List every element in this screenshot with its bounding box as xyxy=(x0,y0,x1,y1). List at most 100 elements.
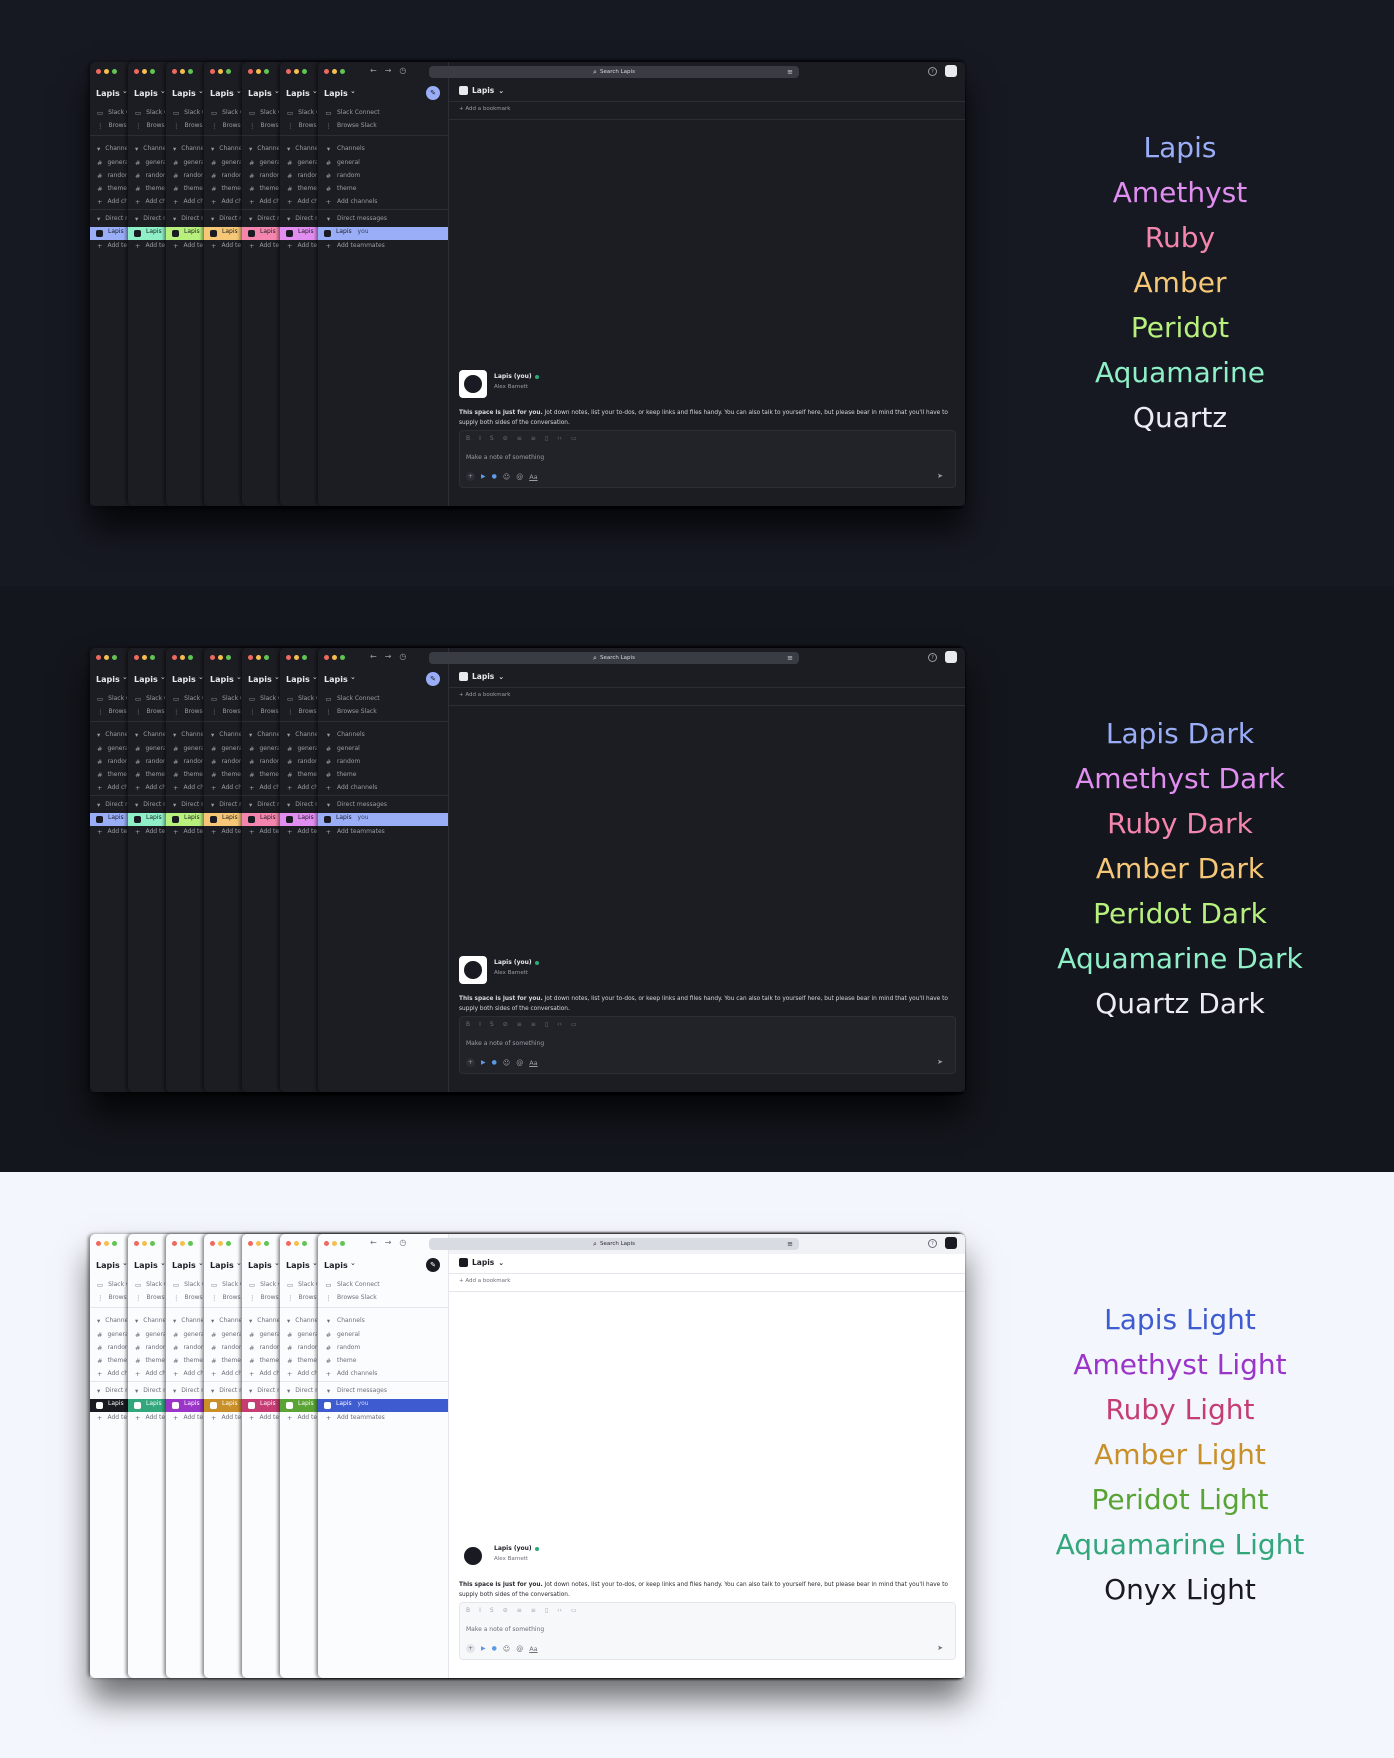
add-channels-button[interactable]: + Add channels xyxy=(325,1369,447,1378)
sidebar-slack-connect[interactable]: ▭ Slack Connect xyxy=(173,108,203,117)
sidebar-slack-connect[interactable]: ▭ Slack Connect xyxy=(287,108,317,117)
video-clip-icon[interactable]: ▶ xyxy=(481,1645,486,1652)
zoom-window-button[interactable] xyxy=(302,1241,307,1246)
sidebar-browse-slack[interactable]: ⋮ Browse Slack xyxy=(211,1293,241,1302)
zoom-window-button[interactable] xyxy=(264,655,269,660)
add-teammates-button[interactable]: + Add teammates xyxy=(135,1413,165,1422)
sidebar-browse-slack[interactable]: ⋮ Browse Slack xyxy=(97,121,127,130)
minimize-window-button[interactable] xyxy=(256,655,261,660)
channel-random[interactable]: # random xyxy=(249,757,279,766)
add-channels-button[interactable]: + Add channels xyxy=(211,197,241,206)
minimize-window-button[interactable] xyxy=(218,1241,223,1246)
add-channels-button[interactable]: + Add channels xyxy=(325,197,447,206)
link-icon[interactable]: ⊘ xyxy=(503,1607,508,1614)
code-block-icon[interactable]: ▭ xyxy=(571,1607,577,1614)
sidebar-browse-slack[interactable]: ⋮ Browse Slack xyxy=(287,1293,317,1302)
channel-theme[interactable]: # theme xyxy=(173,184,203,193)
window-controls[interactable] xyxy=(286,69,307,74)
minimize-window-button[interactable] xyxy=(180,655,185,660)
close-window-button[interactable] xyxy=(248,69,253,74)
minimize-window-button[interactable] xyxy=(142,69,147,74)
workspace-name[interactable]: Lapis xyxy=(324,89,348,98)
channel-general[interactable]: # general xyxy=(211,158,241,167)
search-input[interactable]: ⌕ Search Lapis ≡ xyxy=(429,66,799,78)
channels-header[interactable]: ▾ Channels xyxy=(211,144,241,153)
workspace-name[interactable]: Lapis xyxy=(248,675,272,684)
sidebar-slack-connect[interactable]: ▭ Slack Connect xyxy=(97,694,127,703)
bold-icon[interactable]: B xyxy=(466,435,470,442)
channel-theme[interactable]: # theme xyxy=(97,770,127,779)
add-channels-button[interactable]: + Add channels xyxy=(173,1369,203,1378)
channel-theme[interactable]: # theme xyxy=(97,1356,127,1365)
italic-icon[interactable]: I xyxy=(479,1607,481,1614)
channel-general[interactable]: # general xyxy=(135,158,165,167)
code-block-icon[interactable]: ▭ xyxy=(571,435,577,442)
zoom-window-button[interactable] xyxy=(150,655,155,660)
add-bookmark-button[interactable]: + Add a bookmark xyxy=(459,1278,510,1284)
add-channels-button[interactable]: + Add channels xyxy=(97,1369,127,1378)
window-controls[interactable] xyxy=(248,69,269,74)
close-window-button[interactable] xyxy=(96,655,101,660)
back-arrow-icon[interactable]: ← xyxy=(370,66,377,75)
bold-icon[interactable]: B xyxy=(466,1021,470,1028)
channel-random[interactable]: # random xyxy=(173,171,203,180)
add-channels-button[interactable]: + Add channels xyxy=(173,197,203,206)
window-controls[interactable] xyxy=(96,69,117,74)
sidebar-browse-slack[interactable]: ⋮ Browse Slack xyxy=(135,707,165,716)
channel-general[interactable]: # general xyxy=(325,1330,447,1339)
strike-icon[interactable]: S xyxy=(490,1607,494,1614)
add-teammates-button[interactable]: + Add teammates xyxy=(249,1413,279,1422)
dm-self-item[interactable]: Lapis you xyxy=(318,227,448,240)
zoom-window-button[interactable] xyxy=(150,1241,155,1246)
zoom-window-button[interactable] xyxy=(226,1241,231,1246)
search-filter-icon[interactable]: ≡ xyxy=(787,68,793,76)
workspace-name[interactable]: Lapis xyxy=(134,89,158,98)
minimize-window-button[interactable] xyxy=(332,69,337,74)
window-controls[interactable] xyxy=(134,69,155,74)
sidebar-slack-connect[interactable]: ▭ Slack Connect xyxy=(135,1280,165,1289)
add-teammates-button[interactable]: + Add teammates xyxy=(211,241,241,250)
history-clock-icon[interactable]: ◷ xyxy=(399,66,406,75)
audio-clip-icon[interactable]: ● xyxy=(492,1059,497,1066)
quote-icon[interactable]: ▯ xyxy=(545,435,548,442)
close-window-button[interactable] xyxy=(172,655,177,660)
user-avatar[interactable] xyxy=(945,65,957,77)
channel-header[interactable]: Lapis ⌄ xyxy=(459,86,504,95)
window-controls[interactable] xyxy=(324,655,345,660)
workspace-name[interactable]: Lapis xyxy=(172,1261,196,1270)
channel-general[interactable]: # general xyxy=(249,744,279,753)
dm-header[interactable]: ▾ Direct messages xyxy=(287,1386,317,1395)
add-channels-button[interactable]: + Add channels xyxy=(287,197,317,206)
help-icon[interactable]: ? xyxy=(928,653,937,662)
channel-random[interactable]: # random xyxy=(135,1343,165,1352)
text-format-toggle[interactable]: Aa xyxy=(529,1645,537,1653)
channel-random[interactable]: # random xyxy=(97,1343,127,1352)
sidebar-slack-connect[interactable]: ▭ Slack Connect xyxy=(249,108,279,117)
sidebar-slack-connect[interactable]: ▭ Slack Connect xyxy=(325,108,447,117)
emoji-icon[interactable]: ☺ xyxy=(503,1059,510,1067)
zoom-window-button[interactable] xyxy=(264,69,269,74)
channel-general[interactable]: # general xyxy=(97,744,127,753)
close-window-button[interactable] xyxy=(96,69,101,74)
channel-general[interactable]: # general xyxy=(97,158,127,167)
dm-header[interactable]: ▾ Direct messages xyxy=(325,1386,447,1395)
code-icon[interactable]: ‹› xyxy=(557,1607,562,1614)
forward-arrow-icon[interactable]: → xyxy=(385,652,392,661)
channels-header[interactable]: ▾ Channels xyxy=(249,1316,279,1325)
sidebar-slack-connect[interactable]: ▭ Slack Connect xyxy=(249,1280,279,1289)
channel-random[interactable]: # random xyxy=(173,757,203,766)
quote-icon[interactable]: ▯ xyxy=(545,1021,548,1028)
channel-random[interactable]: # random xyxy=(287,1343,317,1352)
back-arrow-icon[interactable]: ← xyxy=(370,652,377,661)
workspace-name[interactable]: Lapis xyxy=(286,675,310,684)
channel-general[interactable]: # general xyxy=(135,1330,165,1339)
channel-general[interactable]: # general xyxy=(97,1330,127,1339)
close-window-button[interactable] xyxy=(96,1241,101,1246)
add-teammates-button[interactable]: + Add teammates xyxy=(325,827,447,836)
close-window-button[interactable] xyxy=(210,655,215,660)
minimize-window-button[interactable] xyxy=(294,655,299,660)
channel-random[interactable]: # random xyxy=(97,171,127,180)
zoom-window-button[interactable] xyxy=(340,655,345,660)
dm-header[interactable]: ▾ Direct messages xyxy=(135,214,165,223)
add-teammates-button[interactable]: + Add teammates xyxy=(211,827,241,836)
